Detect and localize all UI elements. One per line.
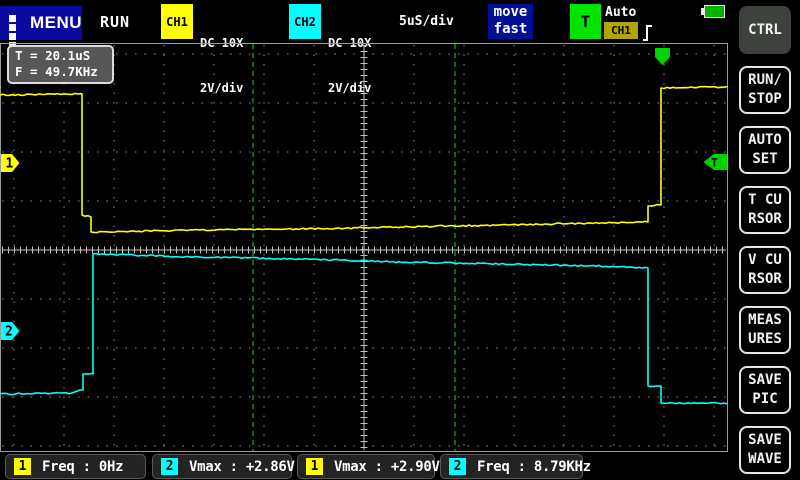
measure-period: T = 20.1uS xyxy=(15,48,112,64)
ctrl-button[interactable]: CTRL xyxy=(739,6,791,54)
auto-set-button[interactable]: AUTOSET xyxy=(739,126,791,174)
readout-ch1-freq: 1 Freq : 0Hz xyxy=(5,454,146,479)
side-button-panel: CTRL RUN/STOP AUTOSET T CURSOR V CURSOR … xyxy=(733,0,800,480)
ch1-square: 1 xyxy=(14,458,31,475)
readout-ch2-freq: 2 Freq : 8.79KHz xyxy=(440,454,583,479)
svg-text:1: 1 xyxy=(6,157,14,172)
measures-button[interactable]: MEASURES xyxy=(739,306,791,354)
ch2-square: 2 xyxy=(449,458,466,475)
v-cursor-button[interactable]: V CURSOR xyxy=(739,246,791,294)
run-stop-button[interactable]: RUN/STOP xyxy=(739,66,791,114)
readout-ch2-vmax: 2 Vmax : +2.86V xyxy=(152,454,292,479)
oscilloscope-screen: MENU RUN CH1 DC 10X 2V/div CH2 DC 10X 2V… xyxy=(0,0,800,480)
ch1-position-marker[interactable]: 1 xyxy=(1,154,20,172)
cursor-measure-box: T = 20.1uS F = 49.7KHz xyxy=(7,45,114,84)
t-cursor-button[interactable]: T CURSOR xyxy=(739,186,791,234)
trigger-level-marker[interactable]: T xyxy=(704,154,728,170)
ch1-square: 1 xyxy=(306,458,323,475)
trigger-position-marker[interactable] xyxy=(655,48,670,65)
svg-text:T: T xyxy=(711,156,718,170)
readout-ch1-vmax: 1 Vmax : +2.90V xyxy=(297,454,435,479)
save-wave-button[interactable]: SAVEWAVE xyxy=(739,426,791,474)
ch2-position-marker[interactable]: 2 xyxy=(1,322,20,340)
svg-text:2: 2 xyxy=(5,325,13,340)
measure-frequency: F = 49.7KHz xyxy=(15,64,112,80)
save-pic-button[interactable]: SAVEPIC xyxy=(739,366,791,414)
ch2-square: 2 xyxy=(161,458,178,475)
